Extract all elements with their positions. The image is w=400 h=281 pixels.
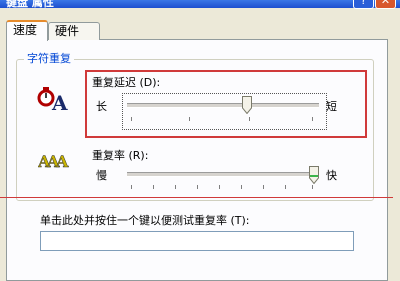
repeat-rate-label: 重复率 (R): <box>92 149 149 162</box>
repeat-rate-track[interactable] <box>127 172 319 177</box>
close-button[interactable]: ✕ <box>375 0 396 9</box>
highlight-line <box>0 197 400 198</box>
repeat-rate-slider-thumb[interactable] <box>309 166 319 184</box>
rate-tick <box>285 185 286 189</box>
rate-tick <box>153 185 154 189</box>
rate-tick <box>312 185 313 189</box>
tab-speed[interactable]: 速度 <box>6 20 48 41</box>
test-area-label: 单击此处并按住一个键以便测试重复率 (T): <box>40 214 250 227</box>
highlight-box <box>85 70 367 138</box>
group-title: 字符重复 <box>24 50 74 66</box>
repeated-letters-icon: A A A <box>38 152 69 170</box>
rate-max-label: 快 <box>326 169 337 182</box>
rate-tick <box>219 185 220 189</box>
rate-tick <box>263 185 264 189</box>
title-bar: 键盘 属性 ? ✕ <box>0 0 400 9</box>
rate-tick <box>175 185 176 189</box>
window-title: 键盘 属性 <box>6 0 54 9</box>
tab-hardware[interactable]: 硬件 <box>48 22 100 40</box>
svg-text:A: A <box>51 91 68 112</box>
window-edge <box>393 14 400 272</box>
svg-text:A: A <box>55 152 69 170</box>
help-button[interactable]: ? <box>353 0 374 9</box>
test-repeat-input[interactable] <box>40 231 354 251</box>
rate-tick <box>197 185 198 189</box>
rate-min-label: 慢 <box>96 169 107 182</box>
stopwatch-letter-icon: A <box>37 87 68 112</box>
rate-tick <box>131 185 132 189</box>
rate-tick <box>241 185 242 189</box>
